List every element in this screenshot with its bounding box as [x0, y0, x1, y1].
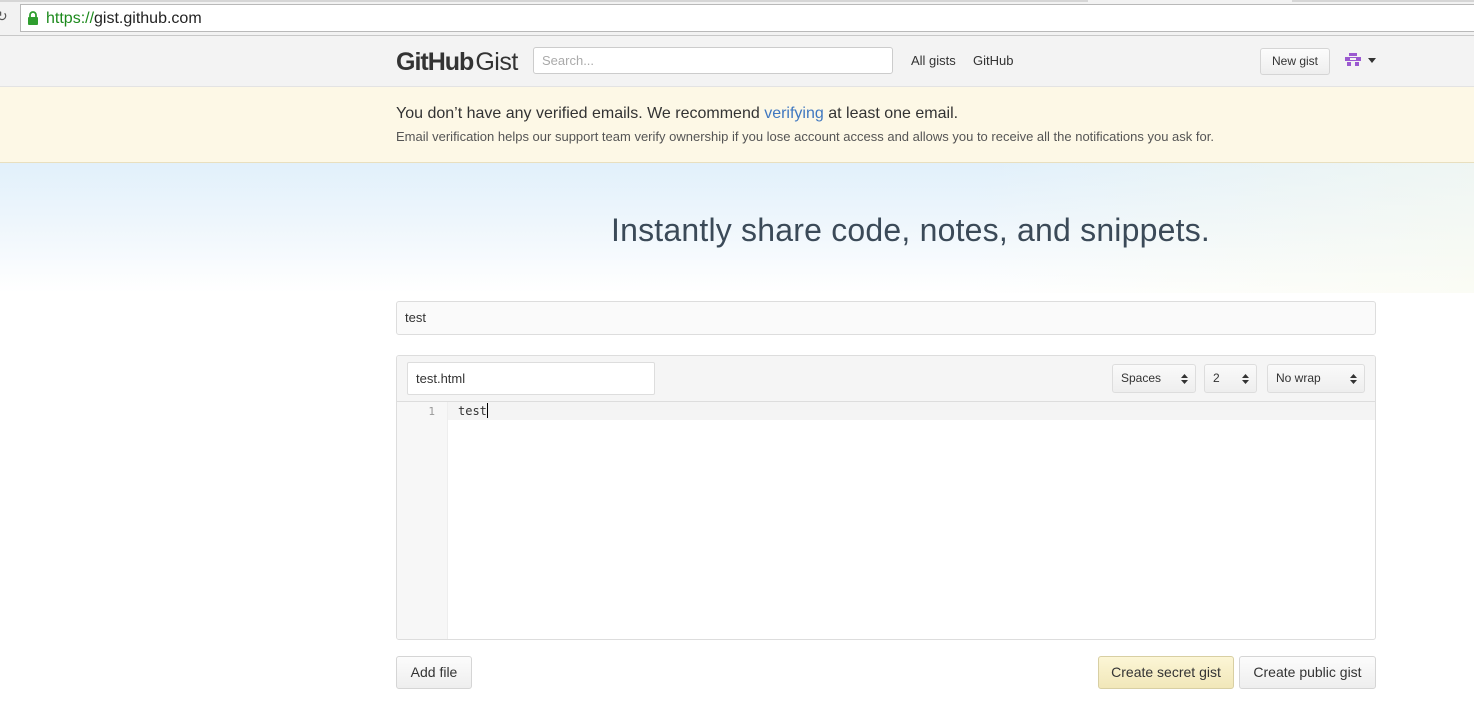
url-scheme: https://: [46, 10, 95, 27]
notice-title-before: You don’t have any verified emails. We r…: [396, 105, 765, 122]
logo-github-text: GitHub: [396, 48, 474, 76]
nav-github[interactable]: GitHub: [973, 53, 1013, 69]
select-arrows-icon: [1242, 374, 1249, 384]
url-field[interactable]: https://gist.github.com: [20, 4, 1474, 32]
indent-size-select[interactable]: 2: [1204, 364, 1257, 393]
email-verification-notice: You don’t have any verified emails. We r…: [0, 87, 1474, 163]
select-arrows-icon: [1181, 374, 1188, 384]
editor-header: test.html Spaces 2 No wrap: [397, 356, 1375, 402]
search-input[interactable]: [533, 47, 893, 74]
hero-tagline: Instantly share code, notes, and snippet…: [611, 212, 1210, 248]
add-file-button[interactable]: Add file: [396, 656, 472, 689]
url-text: https://gist.github.com: [46, 8, 202, 30]
file-editor: test.html Spaces 2 No wrap 1 test: [396, 355, 1376, 640]
url-host: gist.github.com: [94, 10, 202, 27]
code-area[interactable]: test: [458, 403, 488, 420]
site-header: GitHubGist All gists GitHub New gist: [0, 36, 1474, 87]
create-public-gist-button[interactable]: Create public gist: [1239, 656, 1376, 689]
code-line: test: [458, 404, 487, 418]
gist-description-input[interactable]: test: [396, 301, 1376, 335]
indent-mode-value: Spaces: [1121, 371, 1162, 385]
active-line-highlight: [448, 402, 1375, 420]
chevron-down-icon[interactable]: [1368, 58, 1376, 63]
wrap-mode-select[interactable]: No wrap: [1267, 364, 1365, 393]
verifying-link[interactable]: verifying: [764, 105, 824, 122]
notice-title-after: at least one email.: [823, 105, 959, 122]
github-gist-logo[interactable]: GitHubGist: [396, 47, 518, 77]
wrap-mode-value: No wrap: [1276, 371, 1321, 385]
logo-gist-text: Gist: [475, 48, 518, 76]
text-cursor: [486, 403, 488, 418]
indent-mode-select[interactable]: Spaces: [1112, 364, 1196, 393]
select-arrows-icon: [1350, 374, 1357, 384]
reload-icon[interactable]: ↻: [0, 9, 10, 25]
nav-all-gists[interactable]: All gists: [911, 53, 956, 69]
create-secret-gist-button[interactable]: Create secret gist: [1098, 656, 1234, 689]
filename-input[interactable]: test.html: [407, 362, 655, 395]
tab-strip-edge: [0, 0, 1088, 2]
indent-size-value: 2: [1213, 371, 1220, 385]
tab-strip-edge-right: [1292, 0, 1474, 2]
browser-address-bar: ↻ https://gist.github.com: [0, 0, 1474, 36]
avatar[interactable]: [1345, 52, 1361, 68]
line-number: 1: [428, 405, 435, 418]
notice-title: You don’t have any verified emails. We r…: [396, 104, 958, 124]
lock-icon: [28, 11, 38, 25]
line-number-gutter: [397, 402, 448, 639]
new-gist-button[interactable]: New gist: [1260, 48, 1330, 75]
notice-subtitle: Email verification helps our support tea…: [396, 129, 1214, 144]
